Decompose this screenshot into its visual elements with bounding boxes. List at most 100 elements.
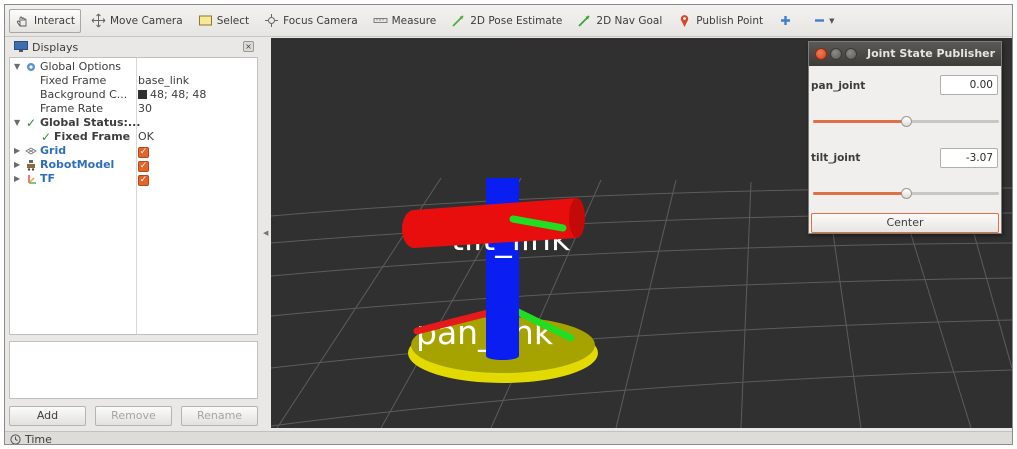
- pan-joint-slider[interactable]: [813, 116, 999, 128]
- tree-label: Frame Rate: [40, 102, 103, 115]
- focus-camera-icon: [264, 13, 279, 28]
- focus-camera-tool-button[interactable]: Focus Camera: [259, 9, 363, 33]
- background-value: 48; 48; 48: [150, 88, 207, 101]
- remove-tool-dropdown[interactable]: ▼: [807, 9, 839, 33]
- interact-label: Interact: [34, 14, 75, 27]
- window-minimize-icon[interactable]: [830, 48, 842, 60]
- tilt-joint-slider[interactable]: [813, 188, 999, 200]
- tree-row-fixed-frame[interactable]: Fixed Frame base_link: [10, 74, 257, 88]
- tree-row-grid[interactable]: ▶ Grid ✓: [10, 144, 257, 158]
- tf-enabled-checkbox[interactable]: ✓: [138, 172, 149, 186]
- move-camera-label: Move Camera: [109, 14, 183, 27]
- measure-icon: [373, 13, 388, 28]
- publish-point-icon: [677, 13, 692, 28]
- center-button[interactable]: Center: [811, 213, 999, 233]
- publish-point-label: Publish Point: [696, 14, 764, 27]
- measure-tool-button[interactable]: Measure: [368, 9, 442, 33]
- pan-joint-value-field[interactable]: 0.00: [940, 75, 998, 95]
- tree-label: TF: [40, 172, 56, 185]
- tree-value[interactable]: 30: [138, 102, 152, 116]
- displays-panel: Displays × ▼ Global Options Fixed Frame …: [7, 39, 260, 428]
- display-buttons: Add Remove Rename: [9, 406, 258, 428]
- nav-goal-tool-button[interactable]: 2D Nav Goal: [572, 9, 667, 33]
- tree-label: Global Options: [40, 60, 122, 73]
- plus-icon: [778, 13, 793, 28]
- grid-enabled-checkbox[interactable]: ✓: [138, 144, 149, 158]
- displays-header: Displays ×: [9, 39, 258, 55]
- time-panel-header[interactable]: Time: [5, 431, 1012, 445]
- remove-display-button[interactable]: Remove: [95, 406, 172, 426]
- tilt-joint-value-field[interactable]: -3.07: [940, 148, 998, 168]
- collapse-arrow-icon[interactable]: ▶: [14, 144, 20, 158]
- pan-joint-slider-handle[interactable]: [901, 116, 912, 127]
- pose-estimate-icon: [451, 13, 466, 28]
- gear-icon: [25, 61, 37, 73]
- window-maximize-icon[interactable]: [845, 48, 857, 60]
- minus-icon: [812, 13, 827, 28]
- tree-row-background-color[interactable]: Background C... 48; 48; 48: [10, 88, 257, 102]
- interact-tool-button[interactable]: Interact: [9, 8, 81, 33]
- tree-label: Background C...: [40, 88, 128, 101]
- expand-arrow-icon[interactable]: ▼: [14, 116, 20, 130]
- move-camera-icon: [91, 13, 106, 28]
- tree-row-tf[interactable]: ▶ TF ✓: [10, 172, 257, 186]
- tilt-joint-slider-handle[interactable]: [901, 188, 912, 199]
- interact-icon: [15, 13, 30, 28]
- pose-estimate-label: 2D Pose Estimate: [470, 14, 563, 27]
- select-icon: [198, 13, 213, 28]
- tilt-joint-label: tilt_joint: [811, 152, 861, 164]
- close-icon[interactable]: ×: [243, 41, 254, 52]
- tree-label: Fixed Frame: [54, 130, 131, 143]
- pan-joint-slider-fill: [813, 120, 906, 123]
- time-label: Time: [25, 432, 52, 445]
- jsp-titlebar[interactable]: Joint State Publisher: [809, 42, 1001, 66]
- clock-icon: [10, 433, 21, 444]
- tree-row-status-fixed-frame[interactable]: ✓ Fixed Frame OK: [10, 130, 257, 144]
- tf-axes-icon: [25, 173, 37, 185]
- select-label: Select: [216, 14, 250, 27]
- displays-title: Displays: [32, 40, 79, 54]
- pose-estimate-tool-button[interactable]: 2D Pose Estimate: [446, 9, 567, 33]
- rename-display-button[interactable]: Rename: [181, 406, 258, 426]
- nav-goal-label: 2D Nav Goal: [596, 14, 663, 27]
- property-description-box: [9, 341, 258, 399]
- tree-value: OK: [138, 130, 154, 143]
- monitor-icon: [14, 41, 28, 52]
- nav-goal-icon: [577, 13, 592, 28]
- color-swatch: [138, 90, 147, 99]
- displays-tree[interactable]: ▼ Global Options Fixed Frame base_link B…: [9, 57, 258, 335]
- joint-state-publisher-window: Joint State Publisher pan_joint 0.00 til…: [808, 41, 1002, 234]
- toolbar: Interact Move Camera Select Focus Camera…: [5, 5, 1012, 37]
- move-camera-tool-button[interactable]: Move Camera: [86, 9, 188, 33]
- chevron-down-icon: ▼: [829, 16, 835, 25]
- grid-icon: [25, 145, 37, 157]
- tilt-joint-slider-fill: [813, 192, 906, 195]
- tree-row-frame-rate[interactable]: Frame Rate 30: [10, 102, 257, 116]
- tree-label: Global Status:...: [40, 116, 141, 129]
- pan-joint-label: pan_joint: [811, 80, 866, 92]
- robot-icon: [25, 159, 37, 171]
- checkmark-icon: ✓: [40, 130, 52, 144]
- robot-model-enabled-checkbox[interactable]: ✓: [138, 158, 149, 172]
- tree-row-robot-model[interactable]: ▶ RobotModel ✓: [10, 158, 257, 172]
- tree-row-global-status[interactable]: ▼ ✓ Global Status:...: [10, 116, 257, 130]
- measure-label: Measure: [391, 14, 437, 27]
- window-close-icon[interactable]: [815, 48, 827, 60]
- tree-label: Grid: [40, 144, 67, 157]
- rviz-window: Interact Move Camera Select Focus Camera…: [4, 4, 1013, 445]
- jsp-title: Joint State Publisher: [867, 47, 996, 60]
- add-tool-button[interactable]: [773, 9, 802, 33]
- splitter-handle-icon[interactable]: ◀: [263, 229, 268, 237]
- focus-camera-label: Focus Camera: [283, 14, 358, 27]
- tree-label: RobotModel: [40, 158, 115, 171]
- tree-value[interactable]: 48; 48; 48: [138, 88, 206, 102]
- tree-value[interactable]: base_link: [138, 74, 189, 88]
- tree-row-global-options[interactable]: ▼ Global Options: [10, 60, 257, 74]
- collapse-arrow-icon[interactable]: ▶: [14, 172, 20, 186]
- select-tool-button[interactable]: Select: [193, 9, 254, 33]
- add-display-button[interactable]: Add: [9, 406, 86, 426]
- expand-arrow-icon[interactable]: ▼: [14, 60, 20, 74]
- collapse-arrow-icon[interactable]: ▶: [14, 158, 20, 172]
- publish-point-tool-button[interactable]: Publish Point: [672, 9, 768, 33]
- tree-label: Fixed Frame: [40, 74, 107, 87]
